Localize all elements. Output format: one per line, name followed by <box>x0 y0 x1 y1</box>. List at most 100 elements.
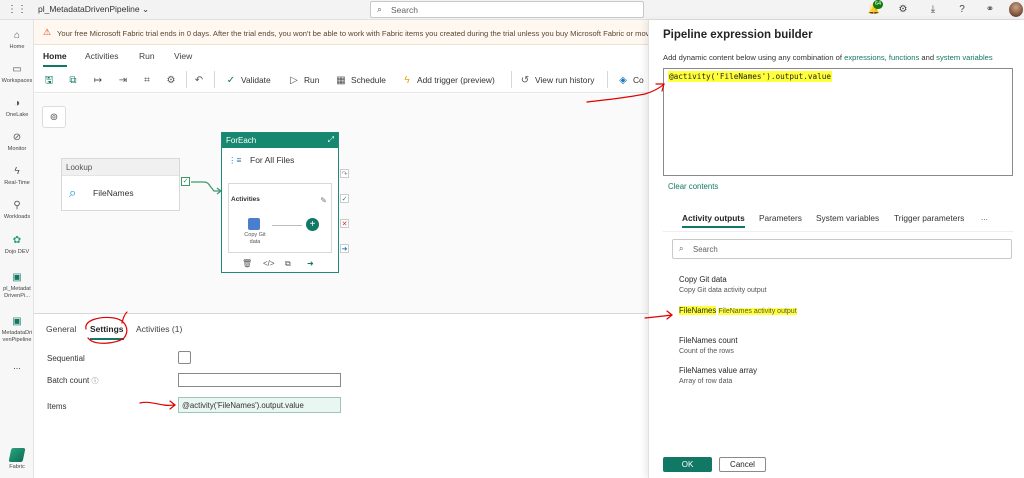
outputs-search-input[interactable]: ⌕ Search <box>672 239 1012 259</box>
workspace-icon: ✿ <box>12 235 22 246</box>
gear-icon[interactable]: ⚙ <box>895 2 911 18</box>
save-icon[interactable]: 🖫 <box>42 72 59 88</box>
tab-trigger-parameters[interactable]: Trigger parameters <box>894 213 964 223</box>
view-run-history-label: View run history <box>535 75 595 85</box>
trial-banner: ⚠ Your free Microsoft Fabric trial ends … <box>34 20 648 45</box>
rail-more-button[interactable]: ... <box>0 362 34 370</box>
output-name: FileNames value array <box>679 366 757 375</box>
pencil-icon[interactable]: ✎ <box>320 196 327 205</box>
pipeline-icon: ▣ <box>12 272 22 283</box>
lookup-activity-node[interactable]: Lookup ⌕ FileNames <box>61 158 180 211</box>
inner-connector <box>272 225 302 226</box>
functions-link[interactable]: functions <box>889 53 919 62</box>
output-item-filenames-value-array[interactable]: FileNames value array Array of row data <box>679 366 757 385</box>
success-port-icon[interactable]: ✓ <box>181 177 190 186</box>
tab-activities-count[interactable]: Activities (1) <box>136 324 182 334</box>
pipeline-canvas[interactable]: ⊚ Lookup ⌕ FileNames ✓ ForEach ⤢ ⋮≡ For Al… <box>34 94 648 313</box>
skip-port-icon[interactable]: ↷ <box>340 169 349 178</box>
foreach-activity-node[interactable]: ForEach ⤢ ⋮≡ For All Files Activities ✎ Co… <box>221 132 339 273</box>
move-end-icon[interactable]: ⇥ <box>116 72 133 88</box>
foreach-node-name: For All Files <box>250 155 295 165</box>
tab-system-variables[interactable]: System variables <box>816 213 879 223</box>
rail-item-dojo-dev[interactable]: ✿ Dojo DEV <box>0 235 34 256</box>
fabric-label: Fabric <box>9 464 25 470</box>
tab-settings[interactable]: Settings <box>90 324 124 340</box>
tab-home[interactable]: Home <box>43 51 67 67</box>
rail-item-monitor[interactable]: ⊘ Monitor <box>0 132 34 153</box>
pipeline-name[interactable]: pl_MetadataDrivenPipeline ⌄ <box>38 4 149 15</box>
tab-parameters[interactable]: Parameters <box>759 213 802 223</box>
copilot-button[interactable]: ◈ Co <box>616 72 644 88</box>
fabric-switcher[interactable]: Fabric <box>0 444 34 478</box>
expression-tabs: Activity outputs Parameters System varia… <box>663 210 1013 232</box>
system-variables-link[interactable]: system variables <box>936 53 993 62</box>
output-item-filenames-count[interactable]: FileNames count Count of the rows <box>679 336 738 355</box>
rail-item-pl-metadata[interactable]: ▣ pl_Metadat DrivenPi... <box>0 272 34 299</box>
rail-label: Dojo DEV <box>4 249 30 255</box>
output-item-filenames[interactable]: FileNames FileNames activity output <box>679 306 797 315</box>
search-placeholder: Search <box>391 5 418 15</box>
cancel-button[interactable]: Cancel <box>719 457 766 472</box>
rail-label: MetadataDri venPipeline <box>1 330 33 343</box>
add-activity-button[interactable]: + <box>306 218 319 231</box>
rail-item-workspaces[interactable]: ▭ Workspaces <box>0 64 34 85</box>
validate-button[interactable]: ✓ Validate <box>224 72 271 88</box>
failure-port-icon[interactable]: ✕ <box>340 219 349 228</box>
rail-item-metadata-driven[interactable]: ▣ MetadataDri venPipeline <box>0 316 34 343</box>
undo-icon[interactable]: ↶ <box>192 72 209 88</box>
inner-activities-box[interactable]: Activities ✎ Copy Git data + <box>228 183 332 253</box>
code-icon[interactable]: </> <box>263 259 275 268</box>
share-icon[interactable]: ⚭ <box>982 2 998 18</box>
tab-view[interactable]: View <box>174 51 192 61</box>
output-item-copy-git-data[interactable]: Copy Git data Copy Git data activity out… <box>679 275 767 294</box>
move-right-icon[interactable]: ↦ <box>91 72 108 88</box>
tabs-more-button[interactable]: ... <box>981 212 988 222</box>
layout-icon[interactable]: ⌗ <box>140 72 157 88</box>
tab-run[interactable]: Run <box>139 51 155 61</box>
completion-port-icon[interactable]: ➜ <box>340 244 349 253</box>
clear-contents-link[interactable]: Clear contents <box>668 182 718 191</box>
settings-icon[interactable]: ⚙ <box>164 72 181 88</box>
rail-label: OneLake <box>5 112 29 118</box>
items-input[interactable]: @activity('FileNames').output.value <box>178 397 341 413</box>
rail-item-workloads[interactable]: ⚲ Workloads <box>0 200 34 221</box>
run-button[interactable]: ▷ Run <box>287 72 319 88</box>
avatar[interactable] <box>1009 2 1023 17</box>
download-icon[interactable]: ⤓ <box>925 2 941 18</box>
sequential-label: Sequential <box>47 354 85 363</box>
panel-divider[interactable] <box>34 313 648 314</box>
info-icon[interactable]: ⓘ <box>91 378 98 385</box>
batch-count-input[interactable] <box>178 373 341 387</box>
expression-editor[interactable]: @activity('FileNames').output.value <box>663 68 1013 176</box>
global-search-input[interactable]: ⌕ Search <box>370 1 644 18</box>
ok-button[interactable]: OK <box>663 457 712 472</box>
tab-activity-outputs[interactable]: Activity outputs <box>682 213 745 228</box>
add-trigger-button[interactable]: ϟ Add trigger (preview) <box>400 72 494 88</box>
copy-icon[interactable]: ⧉ <box>285 259 291 269</box>
expressions-link[interactable]: expressions <box>844 53 885 62</box>
copy-activity-label: Copy Git data <box>244 232 266 245</box>
help-icon[interactable]: ? <box>954 2 970 18</box>
output-name: FileNames count <box>679 336 738 345</box>
tab-activities[interactable]: Activities <box>85 51 119 61</box>
save-as-icon[interactable]: ⧉ <box>66 72 83 88</box>
sequential-checkbox[interactable] <box>178 351 191 364</box>
copy-activity-icon[interactable] <box>248 218 260 230</box>
pipeline-icon: ▣ <box>12 316 22 327</box>
rail-item-real-time[interactable]: ϟ Real-Time <box>0 166 34 187</box>
tab-general[interactable]: General <box>46 324 76 334</box>
delete-icon[interactable]: 🗑 <box>242 259 252 268</box>
canvas-view-icon[interactable]: ⊚ <box>42 106 66 128</box>
expand-icon[interactable]: ⤢ <box>328 135 334 145</box>
output-desc: Array of row data <box>679 378 733 385</box>
rail-item-home[interactable]: ⌂ Home <box>0 30 34 51</box>
success-port-icon[interactable]: ✓ <box>340 194 349 203</box>
app-launcher-icon[interactable]: ⋮⋮ <box>7 2 27 18</box>
rail-label: Workspaces <box>1 78 33 84</box>
lookup-node-name: FileNames <box>93 188 134 198</box>
schedule-button[interactable]: ▦ Schedule <box>334 72 386 88</box>
rail-item-onelake[interactable]: ◑ OneLake <box>0 98 34 119</box>
left-rail: ⌂ Home ▭ Workspaces ◑ OneLake ⊘ Monitor ϟ Rea… <box>0 20 34 478</box>
arrow-right-circle-icon[interactable]: ➜ <box>307 259 314 268</box>
view-run-history-button[interactable]: ↺ View run history <box>518 72 595 88</box>
